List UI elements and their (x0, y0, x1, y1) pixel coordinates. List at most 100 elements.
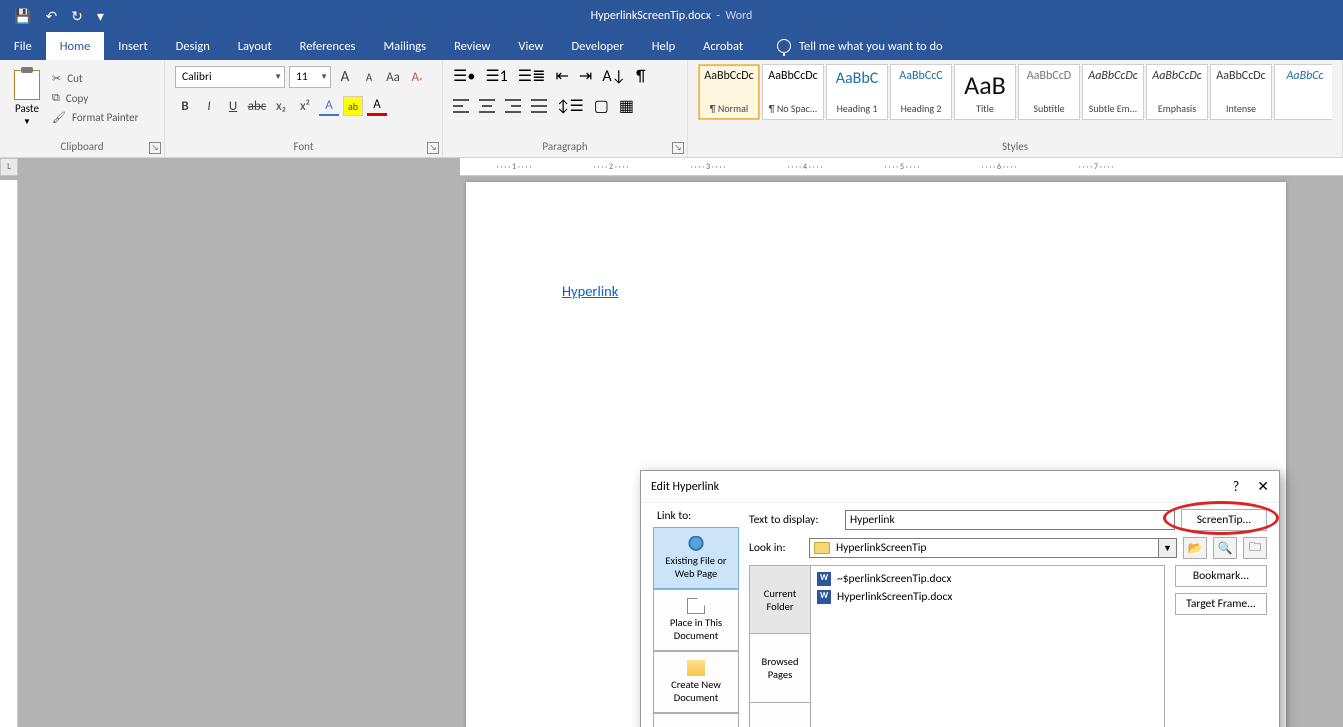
tab-review[interactable]: Review (440, 32, 504, 60)
tab-design[interactable]: Design (162, 32, 224, 60)
cut-button[interactable]: Cut (52, 72, 138, 85)
align-center-button[interactable] (479, 99, 495, 113)
link-to-new-doc[interactable]: Create New Document (653, 651, 739, 713)
bullets-button[interactable]: ☰• (453, 66, 475, 86)
tab-references[interactable]: References (286, 32, 370, 60)
chevron-down-icon: ▼ (274, 72, 282, 82)
style-heading-2[interactable]: AaBbCcCHeading 2 (890, 64, 952, 120)
link-to-place-label: Place in This Document (656, 616, 736, 642)
tab-recent-files[interactable]: Recent Files (750, 703, 810, 727)
screentip-button[interactable]: ScreenTip... (1181, 509, 1267, 531)
target-frame-button[interactable]: Target Frame... (1175, 593, 1267, 615)
font-launcher[interactable]: ↘ (427, 142, 439, 154)
strikethrough-button[interactable]: abc (247, 96, 267, 116)
bookmark-button[interactable]: Bookmark... (1175, 565, 1267, 587)
file-name: HyperlinkScreenTip.docx (837, 590, 952, 604)
save-icon[interactable]: 💾 (14, 8, 31, 25)
style---no-spac---[interactable]: AaBbCcDc¶ No Spac... (762, 64, 824, 120)
browse-web-button[interactable]: 🔍 (1213, 537, 1237, 559)
paste-button[interactable]: Paste ▼ (6, 66, 48, 139)
undo-icon[interactable]: ↶ (45, 8, 57, 25)
paragraph-launcher[interactable]: ↘ (672, 142, 684, 154)
link-to-existing-label: Existing File or Web Page (656, 554, 736, 580)
increase-indent-button[interactable]: ⇥ (579, 66, 592, 86)
file-item[interactable]: HyperlinkScreenTip.docx (817, 588, 1158, 606)
tab-view[interactable]: View (504, 32, 557, 60)
link-to-place-in-doc[interactable]: Place in This Document (653, 589, 739, 651)
superscript-button[interactable]: x² (295, 96, 315, 116)
tab-file[interactable]: File (0, 32, 46, 60)
clear-formatting-button[interactable]: Aᵩ (407, 67, 427, 87)
window-title: HyperlinkScreenTip.docx - Word (591, 0, 753, 32)
format-painter-label: Format Painter (72, 111, 138, 124)
link-to-email[interactable]: E-mail Address (653, 713, 739, 727)
dialog-titlebar[interactable]: Edit Hyperlink ? ✕ (641, 471, 1279, 503)
hyperlink-text[interactable]: Hyperlink (562, 282, 618, 300)
tab-help[interactable]: Help (638, 32, 689, 60)
text-to-display-input[interactable] (845, 510, 1175, 530)
style-emphasis[interactable]: AaBbCcDcEmphasis (1146, 64, 1208, 120)
look-in-combo[interactable]: HyperlinkScreenTip (809, 538, 1159, 558)
justify-button[interactable] (531, 99, 547, 113)
brush-icon (52, 111, 66, 124)
numbering-button[interactable]: ☰1 (485, 66, 507, 86)
grow-font-button[interactable]: A (335, 67, 355, 87)
horizontal-ruler[interactable]: · · · · 1 · · · ·· · · · 2 · · · ·· · · … (460, 158, 1343, 176)
tab-home[interactable]: Home (46, 32, 105, 60)
line-spacing-button[interactable]: ↕☰ (557, 96, 584, 116)
clipboard-launcher[interactable]: ↘ (149, 142, 161, 154)
subscript-button[interactable]: x₂ (271, 96, 291, 116)
tab-developer[interactable]: Developer (557, 32, 637, 60)
tell-me[interactable]: Tell me what you want to do (757, 32, 943, 60)
multilevel-button[interactable]: ☰≣ (518, 66, 546, 86)
style---normal[interactable]: AaBbCcDc¶ Normal (698, 64, 760, 120)
show-marks-button[interactable]: ¶ (636, 67, 645, 86)
style-subtle-em---[interactable]: AaBbCcDcSubtle Em... (1082, 64, 1144, 120)
vertical-ruler[interactable] (0, 180, 18, 727)
style-[interactable]: AaBbCc (1274, 64, 1332, 120)
copy-button[interactable]: Copy (52, 91, 138, 105)
globe-icon (687, 536, 705, 552)
dialog-right-buttons: Bookmark... Target Frame... (1175, 565, 1267, 727)
link-to-existing-file[interactable]: Existing File or Web Page (653, 527, 739, 589)
underline-button[interactable]: U (223, 96, 243, 116)
look-in-dropdown[interactable]: ▼ (1159, 538, 1177, 558)
open-folder-icon: 🗀 (1249, 538, 1261, 559)
style-title[interactable]: AaBTitle (954, 64, 1016, 120)
shading-button[interactable]: ▢ (594, 96, 609, 116)
shrink-font-button[interactable]: A (359, 67, 379, 87)
change-case-button[interactable]: Aa (383, 67, 403, 87)
up-folder-button[interactable]: 📂 (1183, 537, 1207, 559)
tab-current-folder[interactable]: Current Folder (750, 566, 810, 634)
font-color-button[interactable]: A (367, 96, 387, 116)
format-painter-button[interactable]: Format Painter (52, 111, 138, 124)
up-folder-icon: 📂 (1188, 541, 1203, 556)
borders-button[interactable]: ▦ (619, 96, 634, 116)
browse-file-button[interactable]: 🗀 (1243, 537, 1267, 559)
customize-qat-icon[interactable]: ▾ (97, 8, 104, 25)
tab-mailings[interactable]: Mailings (369, 32, 440, 60)
align-right-button[interactable] (505, 99, 521, 113)
italic-button[interactable]: I (199, 96, 219, 116)
font-name-combo[interactable]: Calibri▼ (175, 66, 285, 88)
file-list[interactable]: ~$perlinkScreenTip.docx HyperlinkScreenT… (811, 565, 1165, 727)
style-subtitle[interactable]: AaBbCcDSubtitle (1018, 64, 1080, 120)
sort-button[interactable]: A↓ (602, 67, 626, 86)
help-button[interactable]: ? (1233, 478, 1240, 495)
decrease-indent-button[interactable]: ⇤ (556, 66, 569, 86)
tab-layout[interactable]: Layout (224, 32, 286, 60)
bold-button[interactable]: B (175, 96, 195, 116)
align-left-button[interactable] (453, 99, 469, 113)
file-item[interactable]: ~$perlinkScreenTip.docx (817, 570, 1158, 588)
highlight-button[interactable]: ab (343, 96, 363, 116)
close-button[interactable]: ✕ (1257, 478, 1269, 495)
font-size-combo[interactable]: 11▼ (289, 66, 331, 88)
style-heading-1[interactable]: AaBbCHeading 1 (826, 64, 888, 120)
text-effects-button[interactable]: A (319, 96, 339, 116)
style-intense-[interactable]: AaBbCcDcIntense (1210, 64, 1272, 120)
tell-me-text: Tell me what you want to do (799, 39, 943, 54)
redo-icon[interactable]: ↻ (71, 8, 83, 25)
tab-browsed-pages[interactable]: Browsed Pages (750, 634, 810, 702)
tab-acrobat[interactable]: Acrobat (689, 32, 757, 60)
tab-insert[interactable]: Insert (104, 32, 161, 60)
